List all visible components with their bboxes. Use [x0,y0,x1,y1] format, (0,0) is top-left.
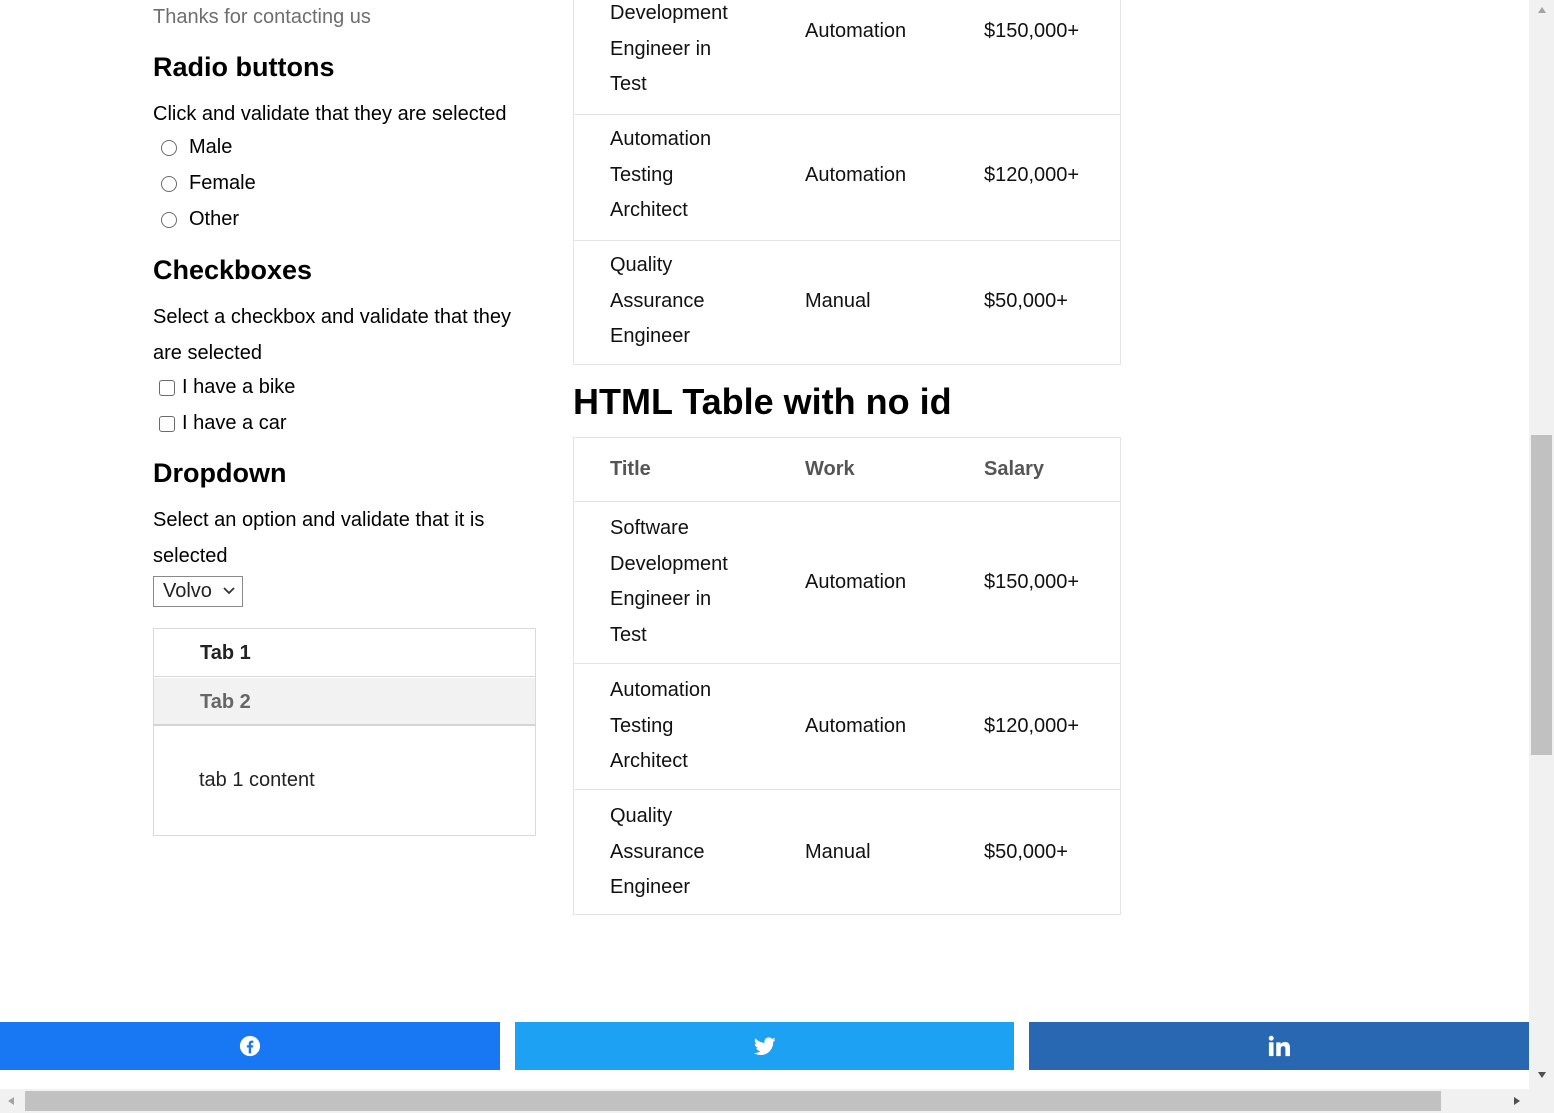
page-viewport: Thanks for contacting us Radio buttons C… [0,0,1529,1089]
cell-work: Automation [805,164,907,186]
cell-work: Automation [805,20,907,42]
dropdown-description: Select an option and validate that it is… [153,509,485,567]
vertical-scroll-thumb[interactable] [1531,435,1552,755]
radio-button[interactable] [161,139,177,156]
horizontal-scrollbar[interactable] [0,1089,1529,1113]
title-line: Engineer in [610,588,712,610]
vertical-scrollbar[interactable] [1529,0,1554,1089]
tabs-container: Tab 1 Tab 2 tab 1 content [153,628,536,836]
cell-work: Manual [805,841,871,863]
radio-label: Other [189,208,240,230]
html-table-with-id: Development Engineer in Test Automation … [573,0,1121,365]
radio-heading: Radio buttons [153,52,335,82]
scroll-up-arrow-icon[interactable] [1537,6,1547,14]
cell-salary: $120,000+ [984,715,1080,737]
cell-salary: $50,000+ [984,290,1068,312]
radio-label: Female [189,172,256,194]
chevron-down-icon [223,587,235,595]
title-line: Automation [610,679,712,701]
radio-option-male[interactable]: Male [153,136,232,159]
html-table-no-id: Title Work Salary Software Development E… [573,437,1121,915]
thanks-text: Thanks for contacting us [153,6,371,28]
table-header-row: Title Work Salary [574,438,1120,501]
cell-work: Automation [805,571,907,593]
title-line: Development [610,2,728,24]
facebook-share-button[interactable] [0,1022,500,1070]
cell-title: Software Development Engineer in Test [610,511,750,653]
title-line: Development [610,552,728,575]
cell-title: Development Engineer in Test [610,0,750,103]
scroll-right-arrow-icon[interactable] [1513,1096,1521,1106]
title-line: Quality [610,805,673,827]
tab-content: tab 1 content [199,769,315,791]
table-no-id-heading: HTML Table with no id [573,381,952,422]
cell-title: Automation Testing Architect [610,673,750,780]
header-title: Title [610,458,651,480]
horizontal-scroll-thumb[interactable] [25,1091,1441,1111]
checkbox[interactable] [159,415,175,432]
title-line: Architect [610,750,688,772]
cell-salary: $150,000+ [984,571,1080,593]
title-line: Test [610,73,647,95]
linkedin-icon [1268,1035,1290,1057]
radio-button[interactable] [161,175,177,192]
cell-work: Manual [805,290,871,312]
title-line: Quality [610,254,673,276]
title-line: Assurance [610,289,705,312]
title-line: Software [610,517,689,539]
title-line: Testing [610,163,674,186]
radio-button[interactable] [161,211,177,228]
checkboxes-heading: Checkboxes [153,255,313,285]
checkbox-car[interactable]: I have a car [153,412,287,435]
header-salary: Salary [984,458,1045,480]
title-line: Test [610,623,647,646]
cell-salary: $150,000+ [984,20,1080,42]
table-row: Automation Testing Architect Automation … [574,114,1120,240]
cell-salary: $50,000+ [984,841,1068,863]
car-select[interactable]: Volvo [153,576,243,607]
header-work: Work [805,458,855,480]
title-line: Architect [610,199,688,221]
table-row: Automation Testing Architect Automation … [574,663,1120,789]
title-line: Assurance [610,840,705,863]
cell-salary: $120,000+ [984,164,1080,186]
twitter-icon [753,1036,776,1055]
title-line: Testing [610,714,674,737]
title-line: Automation [610,128,712,150]
checkbox-bike[interactable]: I have a bike [153,376,295,399]
title-line: Engineer in [610,37,712,60]
facebook-icon [239,1035,261,1057]
scroll-down-arrow-icon[interactable] [1537,1071,1547,1079]
table-row: Software Development Engineer in Test Au… [574,501,1120,663]
cell-title: Automation Testing Architect [610,122,750,229]
twitter-share-button[interactable] [515,1022,1014,1070]
dropdown-heading: Dropdown [153,458,287,488]
cell-title: Quality Assurance Engineer [610,799,750,906]
title-line: Engineer [610,325,691,347]
scrollbar-corner [1529,1089,1554,1113]
checkboxes-description: Select a checkbox and validate that they… [153,306,512,364]
select-value: Volvo [163,580,212,602]
checkbox-label: I have a bike [182,376,296,398]
radio-option-other[interactable]: Other [153,208,239,231]
table-row: Quality Assurance Engineer Manual $50,00… [574,240,1120,366]
checkbox-label: I have a car [182,412,287,434]
tab-2[interactable]: Tab 2 [154,678,535,726]
cell-work: Automation [805,715,907,737]
scroll-left-arrow-icon[interactable] [7,1096,15,1106]
radio-description: Click and validate that they are selecte… [153,103,507,125]
linkedin-share-button[interactable] [1029,1022,1529,1070]
radio-label: Male [189,136,233,158]
tab-1[interactable]: Tab 1 [154,629,535,677]
table-row: Quality Assurance Engineer Manual $50,00… [574,789,1120,915]
radio-option-female[interactable]: Female [153,172,256,195]
title-line: Engineer [610,876,691,898]
table-row: Development Engineer in Test Automation … [574,0,1120,114]
checkbox[interactable] [159,379,175,396]
cell-title: Quality Assurance Engineer [610,248,750,355]
